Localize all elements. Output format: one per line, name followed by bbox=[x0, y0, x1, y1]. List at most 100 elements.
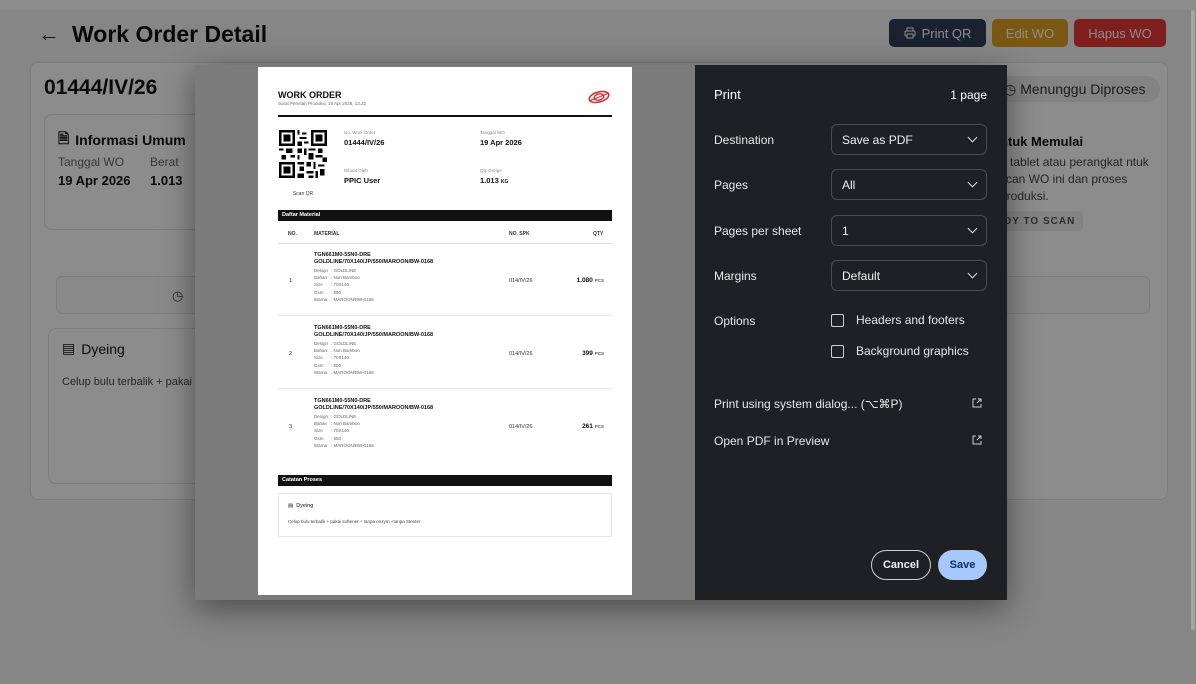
external-link-icon[interactable] bbox=[972, 435, 982, 445]
attr-key: Bahan bbox=[314, 348, 328, 354]
col-spk: NO. SPK bbox=[509, 231, 530, 237]
table-row: 1 TGN661M0-55N0-DRE GOLDLINE/70X140/JP/5… bbox=[278, 244, 612, 316]
destination-label: Destination bbox=[714, 133, 775, 147]
row-code: TGN661M0-55N0-DRE bbox=[314, 398, 371, 404]
margins-value: Default bbox=[842, 268, 881, 283]
chevron-down-icon bbox=[967, 223, 978, 234]
attr-value: : 550 bbox=[331, 289, 342, 295]
row-spk: 014/IV/26 bbox=[509, 351, 533, 357]
attr-key: Gsm bbox=[314, 289, 324, 295]
notes-box bbox=[278, 493, 612, 537]
row-no: 2 bbox=[289, 351, 293, 357]
qty-greige-number: 1.013 bbox=[480, 176, 499, 185]
sheet-subtitle: Surat Perintah Produksi, 19 Apr 2026, 13… bbox=[278, 101, 367, 106]
attr-size: Size : 70X140 bbox=[314, 354, 374, 361]
attr-design: Design: GOLDLINE bbox=[314, 340, 374, 347]
note-title-label: Dyeing bbox=[296, 503, 314, 509]
attr-value: : 70X140 bbox=[331, 428, 350, 434]
qr-code-icon bbox=[279, 130, 327, 178]
headers-footers-option[interactable]: Headers and footers bbox=[831, 313, 965, 327]
row-spk: 014/IV/26 bbox=[509, 424, 533, 430]
destination-value: Save as PDF bbox=[842, 132, 913, 147]
attr-key: Design bbox=[314, 414, 329, 419]
print-preview[interactable]: WORK ORDER Surat Perintah Produksi, 19 A… bbox=[195, 65, 695, 600]
row-desc: GOLDLINE/70X140/JP/550/MAROON/BW-0168 bbox=[314, 405, 434, 411]
attr-gsm: Gsm: 550 bbox=[314, 362, 374, 369]
print-settings-panel: Print 1 page Destination Save as PDF Pag… bbox=[695, 65, 1007, 600]
attr-key: Size bbox=[314, 355, 323, 361]
save-button[interactable]: Save bbox=[938, 550, 987, 580]
page-count: 1 page bbox=[950, 88, 987, 102]
attr-key: Gsm bbox=[314, 435, 324, 441]
headers-footers-label: Headers and footers bbox=[856, 313, 965, 327]
attr-value: : 550 bbox=[331, 362, 342, 368]
margins-select[interactable]: Default bbox=[831, 260, 987, 291]
no-wo-label: No. Work Order bbox=[344, 130, 376, 135]
row-qty-value: 261 bbox=[582, 423, 593, 430]
background-graphics-label: Background graphics bbox=[856, 344, 969, 358]
attr-value: : 550 bbox=[331, 435, 342, 441]
attr-value: : 70X140 bbox=[331, 282, 350, 288]
row-attrs: Design: GOLDLINE Bahan: Non Bamboo Size:… bbox=[314, 413, 374, 449]
no-wo-value: 01444/IV/26 bbox=[344, 138, 385, 147]
row-divider bbox=[278, 315, 612, 316]
open-preview-link[interactable]: Open PDF in Preview bbox=[714, 434, 829, 448]
system-dialog-link[interactable]: Print using system dialog... (⌥⌘P) bbox=[714, 397, 903, 411]
qty-greige-value: 1.013 KG bbox=[480, 176, 508, 185]
attr-value: : GOLDLINE bbox=[331, 414, 357, 419]
note-desc: Celup bulu terbalik + pakai softener + t… bbox=[288, 519, 421, 524]
row-desc: GOLDLINE/70X140/JP/550/MAROON/BW-0168 bbox=[314, 332, 434, 338]
qty-greige-unit: KG bbox=[500, 179, 509, 185]
pages-label: Pages bbox=[714, 178, 749, 192]
sheet-tanggal-label: Tanggal WO bbox=[480, 130, 505, 135]
attr-warna: Warna: MAROON/BW-0168 bbox=[314, 442, 374, 449]
attr-gsm: Gsm : 550 bbox=[314, 289, 374, 296]
attr-size: Size: 70X140 bbox=[314, 427, 374, 434]
attr-key: Design bbox=[314, 268, 329, 273]
scan-qr-label: Scan QR bbox=[292, 191, 314, 197]
cancel-button[interactable]: Cancel bbox=[871, 550, 931, 580]
attr-value: : Non Bamboo bbox=[331, 348, 360, 354]
attr-key: Design bbox=[314, 341, 329, 346]
destination-select[interactable]: Save as PDF bbox=[831, 124, 987, 155]
row-no: 3 bbox=[289, 424, 293, 430]
attr-bahan: Bahan: Non Bamboo bbox=[314, 347, 374, 354]
pages-select[interactable]: All bbox=[831, 169, 987, 200]
chevron-down-icon bbox=[967, 132, 978, 143]
table-row: 3 TGN661M0-55N0-DRE GOLDLINE/70X140/JP/5… bbox=[278, 390, 612, 462]
attr-value: : Non Bamboo bbox=[331, 275, 360, 281]
row-qty-value: 399 bbox=[582, 350, 593, 357]
attr-key: Bahan bbox=[314, 421, 328, 427]
attr-value: : Non Bamboo bbox=[331, 421, 360, 427]
attr-value: : 70X140 bbox=[331, 355, 350, 361]
attr-key: Bahan bbox=[314, 275, 328, 281]
attr-bahan: Bahan: Non Bamboo bbox=[314, 420, 374, 427]
headers-footers-checkbox[interactable] bbox=[831, 313, 844, 327]
scrollbar-thumb[interactable] bbox=[1191, 10, 1195, 630]
pages-value: All bbox=[842, 177, 856, 192]
options-label: Options bbox=[714, 314, 756, 328]
background-graphics-checkbox[interactable] bbox=[831, 344, 844, 358]
pages-per-sheet-select[interactable]: 1 bbox=[831, 215, 987, 246]
pages-per-sheet-value: 1 bbox=[842, 223, 849, 238]
attr-key: Warna bbox=[314, 369, 328, 375]
table-row: 2 TGN661M0-55N0-DRE GOLDLINE/70X140/JP/5… bbox=[278, 317, 612, 389]
background-graphics-option[interactable]: Background graphics bbox=[831, 344, 969, 358]
attr-value: : MAROON/BW-0168 bbox=[331, 442, 374, 448]
print-title: Print bbox=[714, 87, 741, 102]
attr-key: Warna bbox=[314, 442, 328, 448]
dibuat-oleh-label: Dibuat Oleh bbox=[344, 168, 368, 173]
row-qty-value: 1.080 bbox=[576, 277, 593, 284]
margins-label: Margins bbox=[714, 269, 757, 283]
external-link-icon[interactable] bbox=[972, 398, 982, 408]
row-qty-unit: PCS bbox=[594, 424, 604, 429]
page-scrollbar[interactable] bbox=[1190, 0, 1196, 684]
clipboard-icon: ▤ bbox=[288, 503, 294, 509]
dibuat-oleh-value: PPIC User bbox=[344, 176, 381, 185]
qty-greige-label: Qty Greige bbox=[480, 168, 502, 173]
preview-sheet: WORK ORDER Surat Perintah Produksi, 19 A… bbox=[258, 67, 632, 595]
sheet-header-rule bbox=[278, 115, 612, 117]
col-qty: QTY bbox=[593, 231, 604, 237]
row-divider bbox=[278, 388, 612, 389]
sheet-tanggal-value: 19 Apr 2026 bbox=[480, 138, 522, 147]
